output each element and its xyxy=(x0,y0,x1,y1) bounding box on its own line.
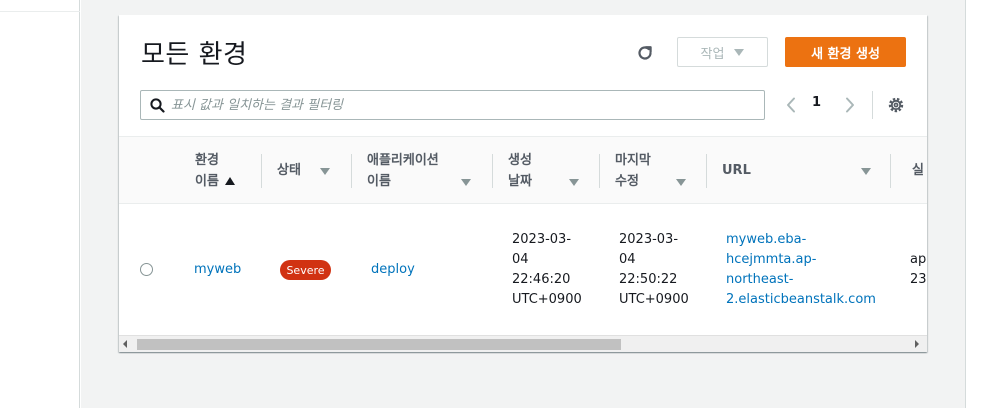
column-header-status[interactable]: 상태 xyxy=(261,137,351,205)
column-header-last-modified[interactable]: 마지막 수정 xyxy=(599,137,706,205)
column-header-label: 이름 xyxy=(367,174,391,189)
created-date-line: 04 xyxy=(512,252,529,267)
sort-icon xyxy=(461,179,471,186)
created-date-line: 22:46:20 xyxy=(512,272,571,287)
environments-table-card: 모든 환경 작업 새 환경 생성 1 xyxy=(119,15,927,352)
column-header-label: 이름 xyxy=(195,174,219,189)
preferences-button[interactable] xyxy=(885,94,907,116)
create-environment-button[interactable]: 새 환경 생성 xyxy=(785,37,906,67)
environment-url-link[interactable]: myweb.eba- hcejmmta.ap- northeast- 2.ela… xyxy=(726,230,876,310)
column-header-label: 상태 xyxy=(277,163,301,178)
left-navigation-panel xyxy=(0,0,80,408)
url-line: 2.elasticbeanstalk.com xyxy=(726,292,876,307)
chevron-left-icon xyxy=(787,97,795,113)
column-header-platform[interactable]: 실 xyxy=(890,137,927,205)
sort-icon xyxy=(861,168,871,175)
caret-down-icon xyxy=(734,48,745,56)
created-date-line: UTC+0900 xyxy=(512,292,582,307)
right-panel-edge xyxy=(965,0,986,408)
modified-date-line: 04 xyxy=(619,252,636,267)
create-environment-label: 새 환경 생성 xyxy=(811,46,880,62)
sort-ascending-icon xyxy=(224,177,235,185)
refresh-icon xyxy=(638,46,652,60)
previous-page-button[interactable] xyxy=(783,95,799,115)
next-page-button[interactable] xyxy=(842,95,858,115)
chevron-right-icon xyxy=(846,97,854,113)
search-icon xyxy=(150,98,165,113)
column-header-label: 수정 xyxy=(615,174,639,189)
column-header-label: 마지막 xyxy=(615,153,651,168)
search-input[interactable] xyxy=(171,95,751,115)
row-select-radio[interactable] xyxy=(140,263,153,276)
environment-name-link[interactable]: myweb xyxy=(194,260,241,280)
page-title: 모든 환경 xyxy=(141,40,248,70)
platform-cell: ap 23 xyxy=(910,250,927,290)
created-date-line: 2023-03- xyxy=(512,232,572,247)
status-badge: Severe xyxy=(280,260,331,280)
sort-icon xyxy=(320,168,330,175)
table-row[interactable]: myweb Severe deploy 2023-03- 04 22:46:20… xyxy=(119,205,927,335)
modified-date: 2023-03- 04 22:50:22 UTC+0900 xyxy=(619,230,689,310)
column-header-label: 환경 xyxy=(195,153,219,168)
column-header-application-name[interactable]: 애플리케이션 이름 xyxy=(351,137,492,205)
pagination-divider xyxy=(872,91,873,119)
actions-label: 작업 xyxy=(700,46,725,62)
created-date: 2023-03- 04 22:46:20 UTC+0900 xyxy=(512,230,582,310)
sort-icon xyxy=(569,179,579,186)
scroll-right-arrow-icon[interactable] xyxy=(915,340,919,348)
url-line: northeast- xyxy=(726,272,794,287)
column-header-environment-name[interactable]: 환경 이름 xyxy=(179,137,261,205)
modified-date-line: UTC+0900 xyxy=(619,292,689,307)
column-header-label: URL xyxy=(722,163,751,178)
column-header-label: 생성 xyxy=(508,153,532,168)
horizontal-scrollbar[interactable] xyxy=(119,335,927,352)
sort-icon xyxy=(676,179,686,186)
url-line: myweb.eba- xyxy=(726,232,807,247)
search-filter xyxy=(140,90,765,120)
platform-line: 23 xyxy=(910,272,927,287)
refresh-button[interactable] xyxy=(631,39,659,67)
modified-date-line: 2023-03- xyxy=(619,232,679,247)
column-header-label: 실 xyxy=(912,163,924,178)
column-header-label: 날짜 xyxy=(508,174,532,189)
column-header-label: 애플리케이션 xyxy=(367,153,439,168)
column-header-created[interactable]: 생성 날짜 xyxy=(492,137,599,205)
actions-dropdown-button[interactable]: 작업 xyxy=(677,37,768,67)
modified-date-line: 22:50:22 xyxy=(619,272,678,287)
scrollbar-thumb[interactable] xyxy=(137,339,621,350)
scroll-left-arrow-icon[interactable] xyxy=(123,340,127,348)
table-header: 환경 이름 상태 애플리케이션 이름 생성 날짜 마지막 수정 URL 실 xyxy=(119,136,927,204)
column-header-url[interactable]: URL xyxy=(706,137,890,205)
url-line: hcejmmta.ap- xyxy=(726,252,817,267)
application-name-link[interactable]: deploy xyxy=(371,260,415,280)
current-page-number[interactable]: 1 xyxy=(812,95,821,110)
platform-line: ap xyxy=(910,252,927,267)
gear-icon xyxy=(888,97,904,113)
